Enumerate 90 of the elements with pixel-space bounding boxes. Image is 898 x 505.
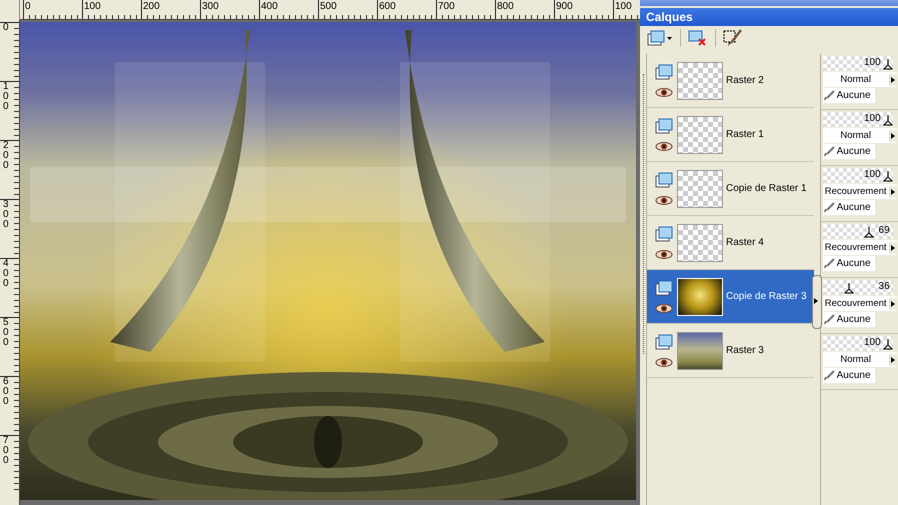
eye-icon[interactable] (655, 196, 673, 205)
layer-name: Copie de Raster 1 (726, 183, 807, 194)
layer-row[interactable]: Raster 3 (647, 324, 814, 378)
ruler-label: 600 (378, 1, 396, 12)
mask-dropdown[interactable]: Aucune (822, 200, 875, 215)
ruler-label: 800 (496, 1, 514, 12)
blend-mode-dropdown[interactable]: Normal (822, 352, 897, 367)
eye-icon[interactable] (655, 142, 673, 151)
brush-icon (822, 370, 835, 382)
opacity-slider[interactable]: 36 (822, 280, 893, 295)
ruler-label: 500 (319, 1, 337, 12)
ruler-label: 0 (24, 1, 31, 12)
eye-icon[interactable] (655, 358, 673, 367)
layer-name: Raster 4 (726, 237, 764, 248)
ruler-label: 400 (3, 259, 9, 289)
brush-icon (822, 202, 835, 214)
opacity-slider[interactable]: 100 (822, 112, 893, 127)
brush-icon (822, 314, 835, 326)
eye-icon[interactable] (655, 250, 673, 259)
slider-thumb[interactable] (882, 115, 893, 126)
slider-thumb[interactable] (844, 283, 854, 294)
new-layer-button[interactable] (646, 28, 674, 48)
palette-title: Calques (640, 8, 898, 26)
ruler-label: 200 (142, 1, 160, 12)
transparent-layer-thumbnail (678, 116, 722, 152)
ruler-label: 900 (555, 1, 573, 12)
ruler-label: 100 (83, 1, 101, 12)
ruler-label: 500 (3, 318, 9, 348)
layer-row[interactable]: Raster 2 (647, 54, 814, 108)
ruler-label: 0 (3, 23, 9, 33)
raster-layer-icon[interactable] (655, 172, 673, 188)
ruler-label: 100 (3, 82, 9, 112)
blend-mode-dropdown[interactable]: Recouvrement (822, 240, 897, 255)
raster-layer-icon[interactable] (655, 280, 673, 296)
selection-brush-button[interactable] (722, 28, 744, 48)
ruler-label: 700 (437, 1, 455, 12)
layer-row[interactable]: Raster 4 (647, 216, 814, 270)
raster-layer-icon[interactable] (655, 334, 673, 350)
mask-dropdown[interactable]: Aucune (822, 144, 875, 159)
eye-icon[interactable] (655, 88, 673, 97)
ruler-label: 600 (3, 377, 9, 407)
blend-mode-dropdown[interactable]: Normal (822, 128, 897, 143)
raster-layer-icon[interactable] (655, 64, 673, 80)
mask-dropdown[interactable]: Aucune (822, 256, 875, 271)
raster-layer-icon[interactable] (655, 226, 673, 242)
transparent-layer-thumbnail (678, 62, 722, 98)
slider-thumb[interactable] (864, 227, 874, 238)
arrow-icon (814, 298, 818, 304)
gradient-thumbnail (678, 278, 722, 314)
raster-layer-icon[interactable] (655, 118, 673, 134)
ruler-label: 300 (201, 1, 219, 12)
slider-thumb[interactable] (882, 59, 893, 70)
opacity-slider[interactable]: 100 (822, 56, 893, 71)
mask-dropdown[interactable]: Aucune (822, 312, 875, 327)
layer-name: Raster 1 (726, 129, 764, 140)
layer-row[interactable]: Copie de Raster 1 (647, 162, 814, 216)
opacity-value: 100 (864, 337, 881, 348)
layer-name: Raster 2 (726, 75, 764, 86)
brush-icon (822, 90, 835, 102)
eye-icon[interactable] (655, 304, 673, 313)
mask-dropdown[interactable]: Aucune (822, 368, 875, 383)
panel-splitter-handle[interactable] (812, 275, 822, 329)
layer-name: Raster 3 (726, 345, 764, 356)
opacity-slider[interactable]: 100 (822, 336, 893, 351)
brush-icon (822, 146, 835, 158)
layer-row[interactable]: Raster 1 (647, 108, 814, 162)
blend-mode-dropdown[interactable]: Recouvrement (822, 296, 897, 311)
ruler-label: 300 (3, 200, 9, 230)
ruler-label: 400 (260, 1, 278, 12)
brush-icon (822, 258, 835, 270)
mask-dropdown[interactable]: Aucune (822, 88, 875, 103)
layer-name: Copie de Raster 3 (726, 291, 807, 302)
opacity-slider[interactable]: 69 (822, 224, 893, 239)
ruler-label: 700 (3, 436, 9, 466)
opacity-value: 36 (878, 281, 890, 292)
layer-row[interactable]: Copie de Raster 3 (647, 270, 814, 324)
slider-thumb[interactable] (882, 171, 893, 182)
blend-mode-dropdown[interactable]: Normal (822, 72, 897, 87)
opacity-value: 100 (864, 113, 881, 124)
slider-thumb[interactable] (882, 339, 893, 350)
opacity-slider[interactable]: 100 (822, 168, 893, 183)
ruler-label: 200 (3, 141, 9, 171)
opacity-value: 100 (864, 169, 881, 180)
ruler-label: 100 (614, 1, 632, 12)
opacity-value: 69 (878, 225, 890, 236)
image-thumbnail (678, 332, 722, 368)
blend-mode-dropdown[interactable]: Recouvrement (822, 184, 897, 199)
transparent-layer-thumbnail (678, 170, 722, 206)
opacity-value: 100 (864, 57, 881, 68)
transparent-layer-thumbnail (678, 224, 722, 260)
